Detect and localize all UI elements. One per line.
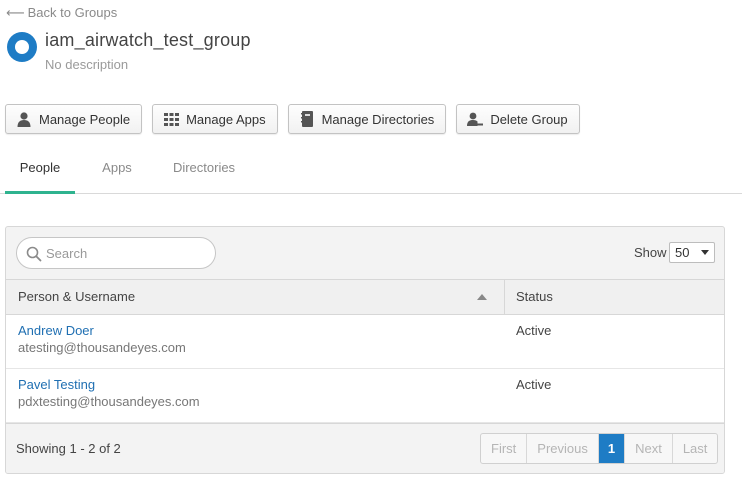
tab-directories[interactable]: Directories xyxy=(162,150,246,194)
group-actions-toolbar: Manage People Manage Apps Manage Directo… xyxy=(5,104,580,134)
people-table-panel: Show 50 Person & Username Status Andrew … xyxy=(5,226,725,474)
manage-directories-button[interactable]: Manage Directories xyxy=(287,104,447,134)
table-row: Pavel Testing pdxtesting@thousandeyes.co… xyxy=(6,369,724,423)
column-header-person[interactable]: Person & Username xyxy=(18,280,498,314)
person-username: atesting@thousandeyes.com xyxy=(18,340,186,355)
table-header: Person & Username Status xyxy=(6,279,724,315)
delete-group-label: Delete Group xyxy=(490,111,568,127)
search-icon xyxy=(26,246,42,262)
table-body: Andrew Doer atesting@thousandeyes.com Ac… xyxy=(6,315,724,423)
manage-people-button[interactable]: Manage People xyxy=(5,104,143,134)
pagination-current-page[interactable]: 1 xyxy=(598,434,626,463)
pagination-first-button[interactable]: First xyxy=(481,434,528,463)
pagination-previous-button[interactable]: Previous xyxy=(527,434,599,463)
back-link-label: Back to Groups xyxy=(27,5,118,20)
person-icon xyxy=(16,111,32,127)
manage-directories-label: Manage Directories xyxy=(321,111,435,127)
person-name-link[interactable]: Andrew Doer xyxy=(18,323,94,338)
results-summary: Showing 1 - 2 of 2 xyxy=(16,441,121,456)
pagination-next-button[interactable]: Next xyxy=(625,434,673,463)
person-username: pdxtesting@thousandeyes.com xyxy=(18,394,200,409)
table-footer: Showing 1 - 2 of 2 First Previous 1 Next… xyxy=(6,423,724,473)
person-name-link[interactable]: Pavel Testing xyxy=(18,377,95,392)
back-to-groups-link[interactable]: ⟵ Back to Groups xyxy=(6,5,117,21)
delete-group-button[interactable]: Delete Group xyxy=(456,104,580,134)
table-row: Andrew Doer atesting@thousandeyes.com Ac… xyxy=(6,315,724,369)
column-divider xyxy=(504,280,505,314)
tab-apps[interactable]: Apps xyxy=(90,150,144,194)
tab-people[interactable]: People xyxy=(5,150,75,194)
person-remove-icon xyxy=(467,111,484,127)
group-logo-icon xyxy=(7,32,37,62)
pagination-last-button[interactable]: Last xyxy=(673,434,718,463)
chevron-down-icon xyxy=(701,250,709,255)
grid-icon xyxy=(163,111,179,127)
search-box[interactable] xyxy=(16,237,216,269)
tab-bar: People Apps Directories xyxy=(0,150,742,194)
column-header-status[interactable]: Status xyxy=(516,280,666,314)
sort-ascending-icon[interactable] xyxy=(477,294,487,300)
person-status: Active xyxy=(516,377,552,392)
manage-apps-button[interactable]: Manage Apps xyxy=(152,104,278,134)
page-title: iam_airwatch_test_group xyxy=(45,30,251,50)
manage-apps-label: Manage Apps xyxy=(186,111,266,127)
group-description: No description xyxy=(45,57,129,72)
manage-people-label: Manage People xyxy=(39,111,131,127)
search-input[interactable] xyxy=(46,244,206,262)
directory-icon xyxy=(299,111,315,127)
back-arrow-icon: ⟵ xyxy=(6,5,25,20)
page-size-select[interactable]: 50 xyxy=(669,242,715,263)
pagination: First Previous 1 Next Last xyxy=(480,433,719,464)
page-size-value: 50 xyxy=(675,245,690,260)
person-status: Active xyxy=(516,323,552,338)
show-label: Show xyxy=(634,245,667,260)
